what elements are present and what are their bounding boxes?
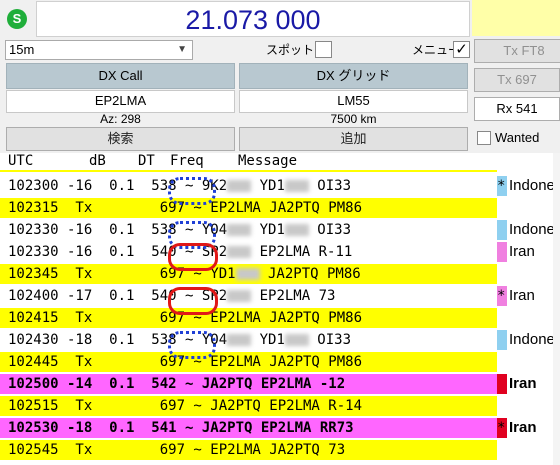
log-row[interactable]: 102330 -16 0.1 540 ~ SP2 EP2LMA R-11 Iran bbox=[0, 241, 560, 263]
menu-checkbox[interactable]: ✓ bbox=[453, 41, 470, 58]
status-panel bbox=[472, 0, 560, 36]
dotted-highlight bbox=[168, 331, 216, 359]
row-country: Iran bbox=[509, 243, 535, 260]
row-message: 102545 Tx 697 ~ EP2LMA JA2PTQ 73 bbox=[8, 442, 346, 458]
distance-readout: 7500 km bbox=[330, 112, 377, 126]
wanted-checkbox[interactable] bbox=[477, 131, 491, 145]
row-country: Iran bbox=[509, 287, 535, 304]
log-row[interactable]: 102445 Tx 697 ~ EP2LMA JA2PTQ PM86 bbox=[0, 351, 560, 373]
log-row[interactable]: 102400 -17 0.1 540 ~ SP2 EP2LMA 73 * Iran bbox=[0, 285, 560, 307]
redacted-callsign bbox=[227, 290, 252, 302]
row-status-tag bbox=[497, 330, 507, 350]
row-country: Iran bbox=[509, 375, 537, 392]
header-freq: Freq bbox=[170, 153, 204, 169]
dx-grid-input[interactable]: LM55 bbox=[239, 90, 468, 113]
dx-call-label: DX Call bbox=[6, 63, 235, 89]
row-status-tag bbox=[497, 220, 507, 240]
row-star: * bbox=[497, 178, 506, 194]
log-row[interactable]: 102545 Tx 697 ~ EP2LMA JA2PTQ 73 bbox=[0, 439, 560, 461]
lookup-button[interactable]: 検索 bbox=[6, 127, 235, 151]
row-status-tag bbox=[497, 374, 507, 394]
add-button[interactable]: 追加 bbox=[239, 127, 468, 151]
row-message: 102530 -18 0.1 541 ~ JA2PTQ EP2LMA RR73 bbox=[8, 420, 354, 436]
header-db: dB bbox=[89, 153, 106, 169]
row-message: 102515 Tx 697 ~ JA2PTQ EP2LMA R-14 bbox=[8, 398, 363, 414]
log-row[interactable]: 102515 Tx 697 ~ JA2PTQ EP2LMA R-14 bbox=[0, 395, 560, 417]
red-highlight bbox=[168, 243, 218, 271]
band-value: 15m bbox=[9, 42, 35, 57]
wanted-label: Wanted bbox=[495, 130, 540, 145]
spot-checkbox[interactable] bbox=[315, 41, 332, 58]
log-row[interactable]: 102300 -16 0.1 538 ~ 9K2 YD1 OI33 * Indone… bbox=[0, 175, 560, 197]
frequency-display: 21.073 000 bbox=[36, 1, 470, 37]
log-row[interactable]: 102330 -16 0.1 538 ~ YO4 YD1 OI33Indones… bbox=[0, 219, 560, 241]
dotted-highlight bbox=[168, 177, 216, 205]
redacted-callsign bbox=[284, 180, 309, 192]
status-icon: S bbox=[7, 9, 27, 29]
redacted-callsign bbox=[227, 224, 252, 236]
log-row[interactable]: 102315 Tx 697 ~ EP2LMA JA2PTQ PM86 bbox=[0, 197, 560, 219]
redacted-callsign bbox=[227, 246, 252, 258]
chevron-down-icon: ▼ bbox=[177, 44, 187, 55]
header-utc: UTC bbox=[8, 153, 34, 169]
row-status-tag bbox=[497, 242, 507, 262]
spot-label: スポット bbox=[266, 43, 315, 57]
azimuth-readout: Az: 298 bbox=[100, 112, 141, 126]
log-row[interactable]: 102530 -18 0.1 541 ~ JA2PTQ EP2LMA RR73 *… bbox=[0, 417, 560, 439]
row-star: * bbox=[497, 288, 506, 304]
header-dt: DT bbox=[138, 153, 155, 169]
redacted-callsign bbox=[227, 334, 252, 346]
rx-frequency-button[interactable]: Rx 541 bbox=[474, 97, 560, 121]
log-row[interactable]: 102345 Tx 697 ~ YD1 JA2PTQ PM86 bbox=[0, 263, 560, 285]
log-row[interactable]: 102415 Tx 697 ~ EP2LMA JA2PTQ PM86 bbox=[0, 307, 560, 329]
row-message: 102500 -14 0.1 542 ~ JA2PTQ EP2LMA -12 bbox=[8, 376, 346, 392]
decode-log[interactable]: UTC dB DT Freq Message 102300 -16 0.1 53… bbox=[0, 153, 560, 465]
row-country: Iran bbox=[509, 419, 537, 436]
dx-call-input[interactable]: EP2LMA bbox=[6, 90, 235, 113]
log-row[interactable]: 102500 -14 0.1 542 ~ JA2PTQ EP2LMA -12 Ir… bbox=[0, 373, 560, 395]
red-highlight bbox=[168, 287, 218, 315]
header-message: Message bbox=[238, 153, 298, 169]
band-select[interactable]: 15m ▼ bbox=[5, 40, 193, 60]
log-header: UTC dB DT Freq Message bbox=[0, 153, 560, 170]
redacted-callsign bbox=[227, 180, 252, 192]
redacted-callsign bbox=[284, 334, 309, 346]
log-scrollbar[interactable] bbox=[553, 153, 560, 465]
redacted-callsign bbox=[235, 268, 260, 280]
dx-grid-label: DX グリッド bbox=[239, 63, 468, 89]
row-star: * bbox=[497, 420, 506, 436]
log-rows: 102300 -16 0.1 538 ~ 9K2 YD1 OI33 * Indone… bbox=[0, 175, 560, 461]
tx-mode-button[interactable]: Tx FT8 bbox=[474, 39, 560, 63]
tx-frequency-button[interactable]: Tx 697 bbox=[474, 68, 560, 92]
log-row[interactable]: 102430 -18 0.1 538 ~ YO4 YD1 OI33Indones… bbox=[0, 329, 560, 351]
redacted-callsign bbox=[284, 224, 309, 236]
